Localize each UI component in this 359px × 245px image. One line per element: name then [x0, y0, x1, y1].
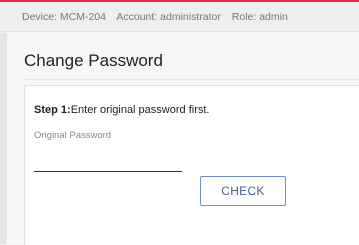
device-info: Device: MCM-204	[22, 11, 107, 23]
title-divider	[24, 79, 359, 80]
main-content: Change Password Step 1:Enter original pa…	[7, 33, 359, 245]
status-bar: Device: MCM-204 Account: administrator R…	[0, 2, 359, 32]
step-label: Step 1:	[34, 104, 71, 116]
change-password-panel: Step 1:Enter original password first. Or…	[24, 85, 359, 245]
step-instruction: Step 1:Enter original password first.	[34, 104, 209, 116]
page-title: Change Password	[24, 51, 163, 70]
check-button[interactable]: CHECK	[200, 176, 286, 206]
original-password-label: Original Password	[34, 130, 112, 141]
original-password-field[interactable]	[34, 152, 182, 172]
role-info: Role: admin	[231, 11, 288, 23]
step-text: Enter original password first.	[70, 104, 210, 116]
left-rail	[0, 33, 7, 244]
account-info: Account: administrator	[116, 11, 221, 23]
